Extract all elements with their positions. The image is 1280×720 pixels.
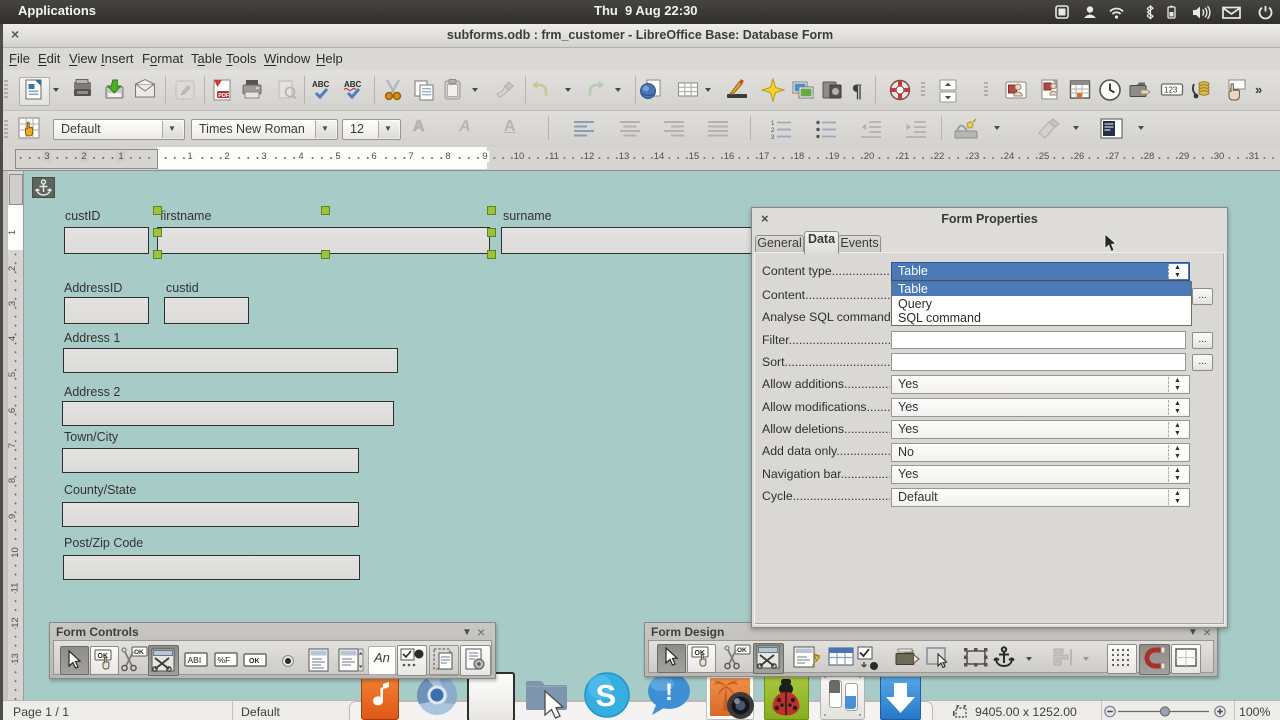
svg-text:ABC: ABC: [312, 80, 330, 89]
svg-text:OK: OK: [249, 658, 260, 665]
svg-text:S: S: [596, 678, 617, 713]
svg-text:OK: OK: [134, 649, 144, 656]
svg-text:1: 1: [771, 121, 775, 127]
svg-text:¶: ¶: [852, 81, 862, 102]
svg-text:3: 3: [771, 135, 775, 141]
svg-text:%F: %F: [218, 655, 231, 665]
svg-text:2: 2: [771, 128, 775, 134]
svg-text:OK: OK: [737, 647, 747, 654]
svg-text:ABI: ABI: [188, 655, 202, 665]
svg-text:ABC: ABC: [344, 80, 362, 89]
svg-text:PDF: PDF: [218, 93, 230, 99]
svg-text:!: !: [665, 679, 673, 706]
svg-text:123: 123: [1164, 86, 1178, 95]
